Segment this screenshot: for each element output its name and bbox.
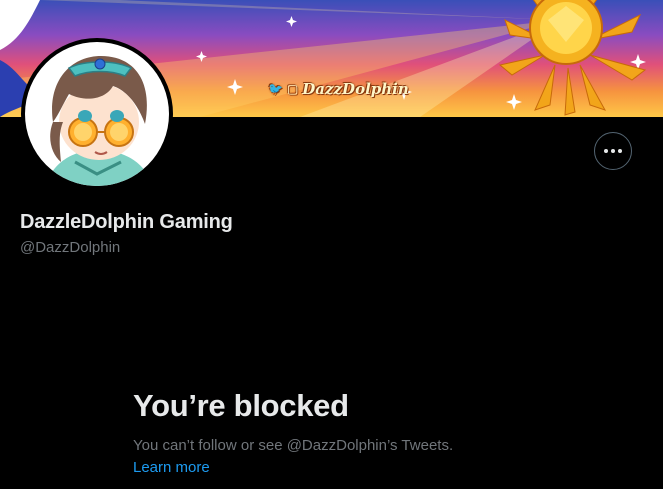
blocked-description: You can’t follow or see @DazzDolphin’s T…: [133, 437, 454, 454]
blocked-title: You’re blocked: [133, 388, 349, 423]
banner-handle-tag: 🐦 ▢ DazzDolphin: [268, 79, 409, 99]
profile-handle: @DazzDolphin: [20, 239, 121, 256]
learn-more-link[interactable]: Learn more: [133, 459, 210, 476]
twitter-bird-icon: 🐦: [268, 82, 283, 96]
avatar[interactable]: [21, 38, 173, 190]
more-dot: [618, 149, 622, 153]
more-horizontal-icon: [604, 149, 608, 153]
more-dot: [611, 149, 615, 153]
avatar-art: [25, 42, 169, 186]
banner-tag-text: DazzDolphin: [302, 80, 409, 98]
twitch-icon: ▢: [286, 82, 299, 96]
more-options-button[interactable]: [594, 132, 632, 170]
profile-display-name: DazzleDolphin Gaming: [20, 211, 233, 233]
